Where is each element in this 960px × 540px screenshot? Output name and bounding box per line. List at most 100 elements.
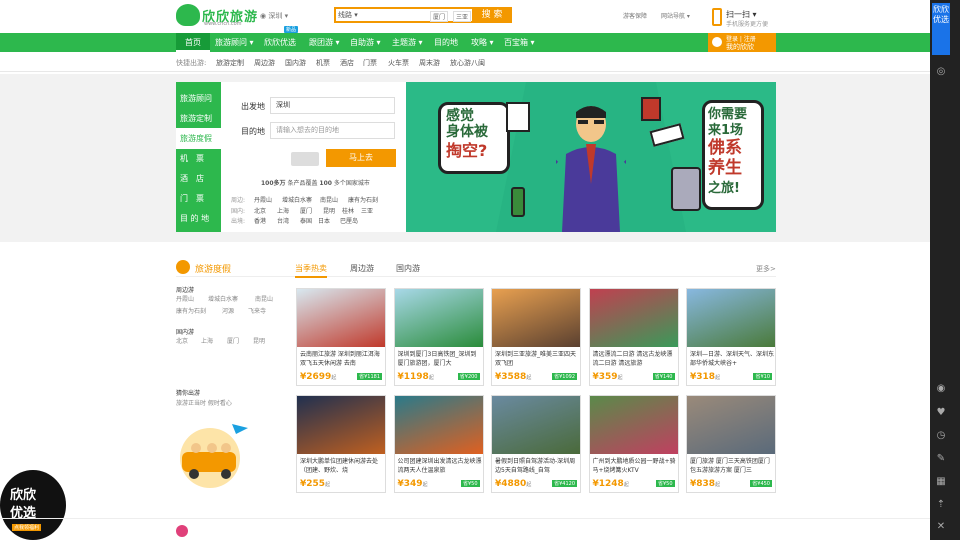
- nav-toolbox[interactable]: 百宝箱 ▾: [504, 33, 535, 52]
- nav-guides[interactable]: 攻略 ▾: [471, 33, 494, 52]
- quick-link[interactable]: 旅游定制: [216, 58, 244, 68]
- product-title[interactable]: 云南丽江旅游 深圳到丽江洱海双飞五天休闲游 去南: [300, 350, 384, 368]
- hot-destination-link[interactable]: 南昆山: [320, 195, 338, 204]
- back-to-top-icon[interactable]: ⇡: [935, 499, 947, 511]
- search-hint-xiamen[interactable]: 厦门: [430, 11, 449, 22]
- product-title[interactable]: 暑假到日照自驾游活动-深圳周边5天自驾路线_自驾: [495, 457, 579, 475]
- hot-destination-link[interactable]: 丹霞山: [254, 195, 272, 204]
- product-card[interactable]: 广州到大鹏地质公园一野战+骑马+烧烤篝火KTV ¥1248起 省¥50: [588, 395, 679, 493]
- hot-destination-link[interactable]: 北京: [254, 206, 266, 215]
- qrcode-icon[interactable]: ▦: [935, 476, 947, 488]
- product-card[interactable]: 深圳大鹏单位团建休闲游去处（团建、野炊、烧 ¥255起: [296, 395, 386, 493]
- hot-destination-link[interactable]: 增城白水寨: [282, 195, 312, 204]
- product-title[interactable]: 公司团建深圳出发清远古龙峡漂流两天人住温泉旅: [398, 457, 482, 475]
- menu-destination[interactable]: 目 的 地: [176, 208, 221, 229]
- site-nav-link[interactable]: 网站导航 ▾: [661, 11, 690, 20]
- hot-destination-link[interactable]: 桂林: [342, 206, 354, 215]
- quick-link[interactable]: 门票: [363, 58, 377, 68]
- nav-destination[interactable]: 目的地: [434, 33, 458, 52]
- nav-home[interactable]: 首页: [176, 33, 210, 52]
- tab-domestic[interactable]: 国内游: [396, 263, 420, 274]
- product-image[interactable]: [687, 396, 775, 454]
- go-button[interactable]: 马上去: [326, 149, 396, 167]
- product-title[interactable]: 深圳—日游、深圳天气、深圳东部华侨城大峡谷+: [690, 350, 774, 368]
- menu-custom[interactable]: 旅游定制: [176, 108, 221, 129]
- hot-destination-link[interactable]: 厦门: [300, 206, 312, 215]
- nav-self-tour[interactable]: 自助游 ▾: [350, 33, 381, 52]
- product-title[interactable]: 深圳到三亚旅游_唯美三亚四天双飞团: [495, 350, 579, 368]
- product-card[interactable]: 深圳到厦门3日高铁团_深圳到厦门旅游团，厦门大 ¥1198起 省¥200: [393, 288, 484, 386]
- domestic-link[interactable]: 北京: [176, 336, 188, 345]
- product-image[interactable]: [492, 289, 580, 347]
- product-image[interactable]: [394, 289, 483, 347]
- search-button[interactable]: 搜 索: [472, 7, 512, 23]
- product-image[interactable]: [589, 396, 678, 454]
- hot-destination-link[interactable]: 巴厘岛: [340, 216, 358, 225]
- history-icon[interactable]: ◷: [935, 430, 947, 442]
- hot-destination-link[interactable]: 台湾: [277, 216, 289, 225]
- guarantee-link[interactable]: 游客保障: [623, 11, 647, 20]
- product-image[interactable]: [297, 289, 385, 347]
- product-image[interactable]: [394, 396, 483, 454]
- hot-destination-link[interactable]: 香港: [254, 216, 266, 225]
- domestic-link[interactable]: 厦门: [227, 336, 239, 345]
- menu-hotels[interactable]: 酒 店: [176, 168, 221, 189]
- logo-icon[interactable]: [176, 4, 200, 26]
- quick-link[interactable]: 放心游八闽: [450, 58, 485, 68]
- to-input[interactable]: 请输入想去的目的地: [270, 122, 395, 139]
- favorite-icon[interactable]: ♥: [935, 407, 947, 419]
- product-card[interactable]: 云南丽江旅游 深圳到丽江洱海双飞五天休闲游 去南 ¥2699起 省¥1181: [296, 288, 386, 386]
- promo-banner[interactable]: 感觉 身体被 掏空? 你需要 来1场 佛系 养生 之旅!: [406, 82, 776, 232]
- hot-destination-link[interactable]: 三亚: [361, 206, 373, 215]
- hot-destination-link[interactable]: 昆明: [323, 206, 335, 215]
- product-card[interactable]: 暑假到日照自驾游活动-深圳周边5天自驾路线_自驾 ¥4880起 省¥4120: [491, 395, 581, 493]
- nearby-link[interactable]: 飞来寺: [248, 306, 266, 315]
- product-image[interactable]: [297, 396, 385, 454]
- menu-tickets[interactable]: 门 票: [176, 188, 221, 209]
- feedback-icon[interactable]: ✎: [935, 453, 947, 465]
- from-input[interactable]: 深圳: [270, 97, 395, 114]
- hot-destination-link[interactable]: 康有为石刻: [348, 195, 378, 204]
- nearby-link[interactable]: 南昆山: [255, 294, 273, 303]
- nav-advisor[interactable]: 旅游顾问 ▾: [215, 33, 254, 52]
- quick-link[interactable]: 周末游: [419, 58, 440, 68]
- quick-link[interactable]: 酒店: [340, 58, 354, 68]
- nav-group-tour[interactable]: 跟团游 ▾: [309, 33, 340, 52]
- sidebar-logo[interactable]: 欣欣优选: [932, 3, 950, 55]
- nearby-link[interactable]: 河源: [222, 306, 234, 315]
- account-icon[interactable]: ◉: [935, 383, 947, 395]
- product-title[interactable]: 清远漂流二日游 清远古龙峡漂流二日游 清远旅游: [593, 350, 677, 368]
- product-image[interactable]: [687, 289, 775, 347]
- product-title[interactable]: 广州到大鹏地质公园一野战+骑马+烧烤篝火KTV: [593, 457, 677, 475]
- wechat-icon[interactable]: ◎: [935, 66, 947, 78]
- nearby-link[interactable]: 康有为石刻: [176, 306, 206, 315]
- product-image[interactable]: [492, 396, 580, 454]
- hot-destination-link[interactable]: 泰国: [300, 216, 312, 225]
- product-card[interactable]: 公司团建深圳出发清远古龙峡漂流两天人住温泉旅 ¥349起 省¥50: [393, 395, 484, 493]
- product-image[interactable]: [589, 289, 678, 347]
- menu-flights[interactable]: 机 票: [176, 148, 221, 169]
- nearby-link[interactable]: 丹霞山: [176, 294, 194, 303]
- product-title[interactable]: 深圳大鹏单位团建休闲游去处（团建、野炊、烧: [300, 457, 384, 475]
- tab-nearby[interactable]: 周边游: [350, 263, 374, 274]
- domestic-link[interactable]: 昆明: [253, 336, 265, 345]
- login-box[interactable]: 登录 | 注册 我的欣欣: [708, 33, 776, 52]
- nearby-link[interactable]: 增城白水寨: [208, 294, 238, 303]
- quick-link[interactable]: 国内游: [285, 58, 306, 68]
- quick-link[interactable]: 机票: [316, 58, 330, 68]
- product-card[interactable]: 深圳—日游、深圳天气、深圳东部华侨城大峡谷+ ¥318起 省¥10: [686, 288, 776, 386]
- close-icon[interactable]: ✕: [935, 521, 947, 533]
- location-selector[interactable]: ◉ 深圳 ▾: [260, 11, 288, 21]
- more-link[interactable]: 更多>: [756, 264, 776, 274]
- my-xinxin-link[interactable]: 我的欣欣: [726, 42, 754, 52]
- search-category-select[interactable]: 线路 ▾: [338, 10, 358, 20]
- quick-link[interactable]: 火车票: [388, 58, 409, 68]
- product-card[interactable]: 深圳到三亚旅游_唯美三亚四天双飞团 ¥3588起 省¥1092: [491, 288, 581, 386]
- menu-advisor[interactable]: 旅游顾问: [176, 88, 221, 109]
- hot-destination-link[interactable]: 日本: [318, 216, 330, 225]
- product-card[interactable]: 厦门旅游 厦门三天高铁团厦门包五游旅游方案 厦门三 ¥838起 省¥450: [686, 395, 776, 493]
- product-title[interactable]: 厦门旅游 厦门三天高铁团厦门包五游旅游方案 厦门三: [690, 457, 774, 475]
- product-card[interactable]: 清远漂流二日游 清远古龙峡漂流二日游 清远旅游 ¥359起 省¥140: [588, 288, 679, 386]
- product-title[interactable]: 深圳到厦门3日高铁团_深圳到厦门旅游团，厦门大: [398, 350, 482, 368]
- nav-picks[interactable]: 欣欣优选: [264, 33, 296, 52]
